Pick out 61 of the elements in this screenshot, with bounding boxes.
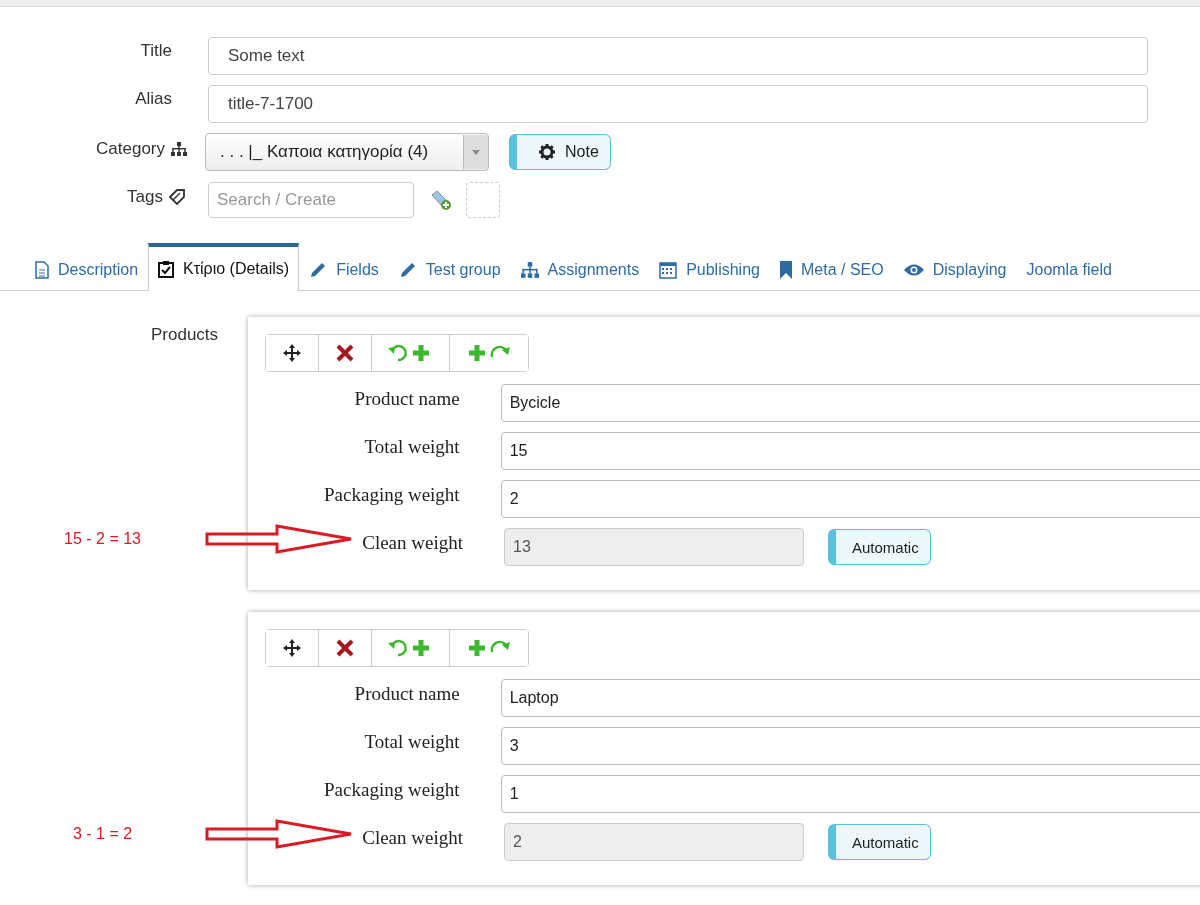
annotation-text: 3 - 1 = 2 xyxy=(71,825,134,843)
move-button[interactable] xyxy=(266,335,319,371)
field-label: Product name xyxy=(353,683,460,705)
calendar-icon xyxy=(659,260,678,279)
field-label: Clean weight xyxy=(361,532,463,554)
tab[interactable]: Fields xyxy=(299,247,389,291)
tab[interactable]: Assignments xyxy=(510,247,650,291)
add-tag-icon[interactable] xyxy=(430,189,452,211)
text-input[interactable]: 1 xyxy=(500,775,1200,813)
plus-redo-icon xyxy=(466,638,512,658)
computed-input[interactable]: 13 xyxy=(504,528,804,566)
title-input[interactable]: Some text xyxy=(208,37,1148,75)
note-button[interactable]: Note xyxy=(509,134,611,170)
tag-icon xyxy=(169,189,187,205)
automatic-badge: Automatic xyxy=(828,824,931,860)
tab[interactable]: Test group xyxy=(388,247,511,291)
category-select[interactable]: . . . |_ Καποια κατηγορία (4) xyxy=(205,133,489,171)
move-icon xyxy=(283,344,301,362)
annotation-text: 15 - 2 = 13 xyxy=(63,530,142,548)
caret-icon xyxy=(472,149,480,155)
close-icon xyxy=(336,639,354,657)
products-label: Products xyxy=(151,325,219,345)
document-icon xyxy=(35,260,49,279)
tab[interactable]: Publishing xyxy=(649,247,770,291)
field-label: Packaging weight xyxy=(323,484,460,506)
tab[interactable]: Joomla field xyxy=(1016,247,1122,291)
sitemap-icon xyxy=(171,142,187,156)
field-label: Category xyxy=(96,139,165,159)
tags-input[interactable]: Search / Create xyxy=(208,182,414,218)
text-input[interactable]: Bycicle xyxy=(500,384,1200,422)
text-input[interactable]: Laptop xyxy=(500,679,1200,717)
plus-redo-icon xyxy=(466,343,512,363)
automatic-badge: Automatic xyxy=(828,529,931,565)
move-button[interactable] xyxy=(266,630,319,666)
sitemap-icon xyxy=(520,261,539,278)
tab[interactable]: Κτίριο (Details) xyxy=(148,243,300,291)
clipboard-icon xyxy=(158,260,175,278)
tab[interactable]: Meta / SEO xyxy=(769,247,894,291)
field-label: Clean weight xyxy=(361,827,463,849)
computed-input[interactable]: 2 xyxy=(504,823,804,861)
move-icon xyxy=(283,639,301,657)
text-input[interactable]: 3 xyxy=(500,727,1200,765)
pencil-icon xyxy=(398,260,417,279)
eye-icon xyxy=(903,262,924,277)
field-label: Total weight xyxy=(363,731,460,753)
field-label: Packaging weight xyxy=(323,779,460,801)
field-label: Product name xyxy=(353,388,460,410)
field-label: Total weight xyxy=(363,436,460,458)
field-label: Title xyxy=(139,40,173,61)
alias-input[interactable]: title-7-1700 xyxy=(208,85,1148,123)
field-label: Alias xyxy=(134,88,173,109)
tab[interactable]: Description xyxy=(25,247,149,291)
text-input[interactable]: 2 xyxy=(500,480,1200,518)
tag-drop-area xyxy=(466,182,500,218)
bookmark-icon xyxy=(779,260,792,279)
field-label: Tags xyxy=(127,187,163,207)
text-input[interactable]: 15 xyxy=(500,432,1200,470)
tab[interactable]: Displaying xyxy=(893,247,1017,291)
close-icon xyxy=(336,344,354,362)
pencil-icon xyxy=(309,260,328,279)
gear-icon xyxy=(539,144,555,160)
